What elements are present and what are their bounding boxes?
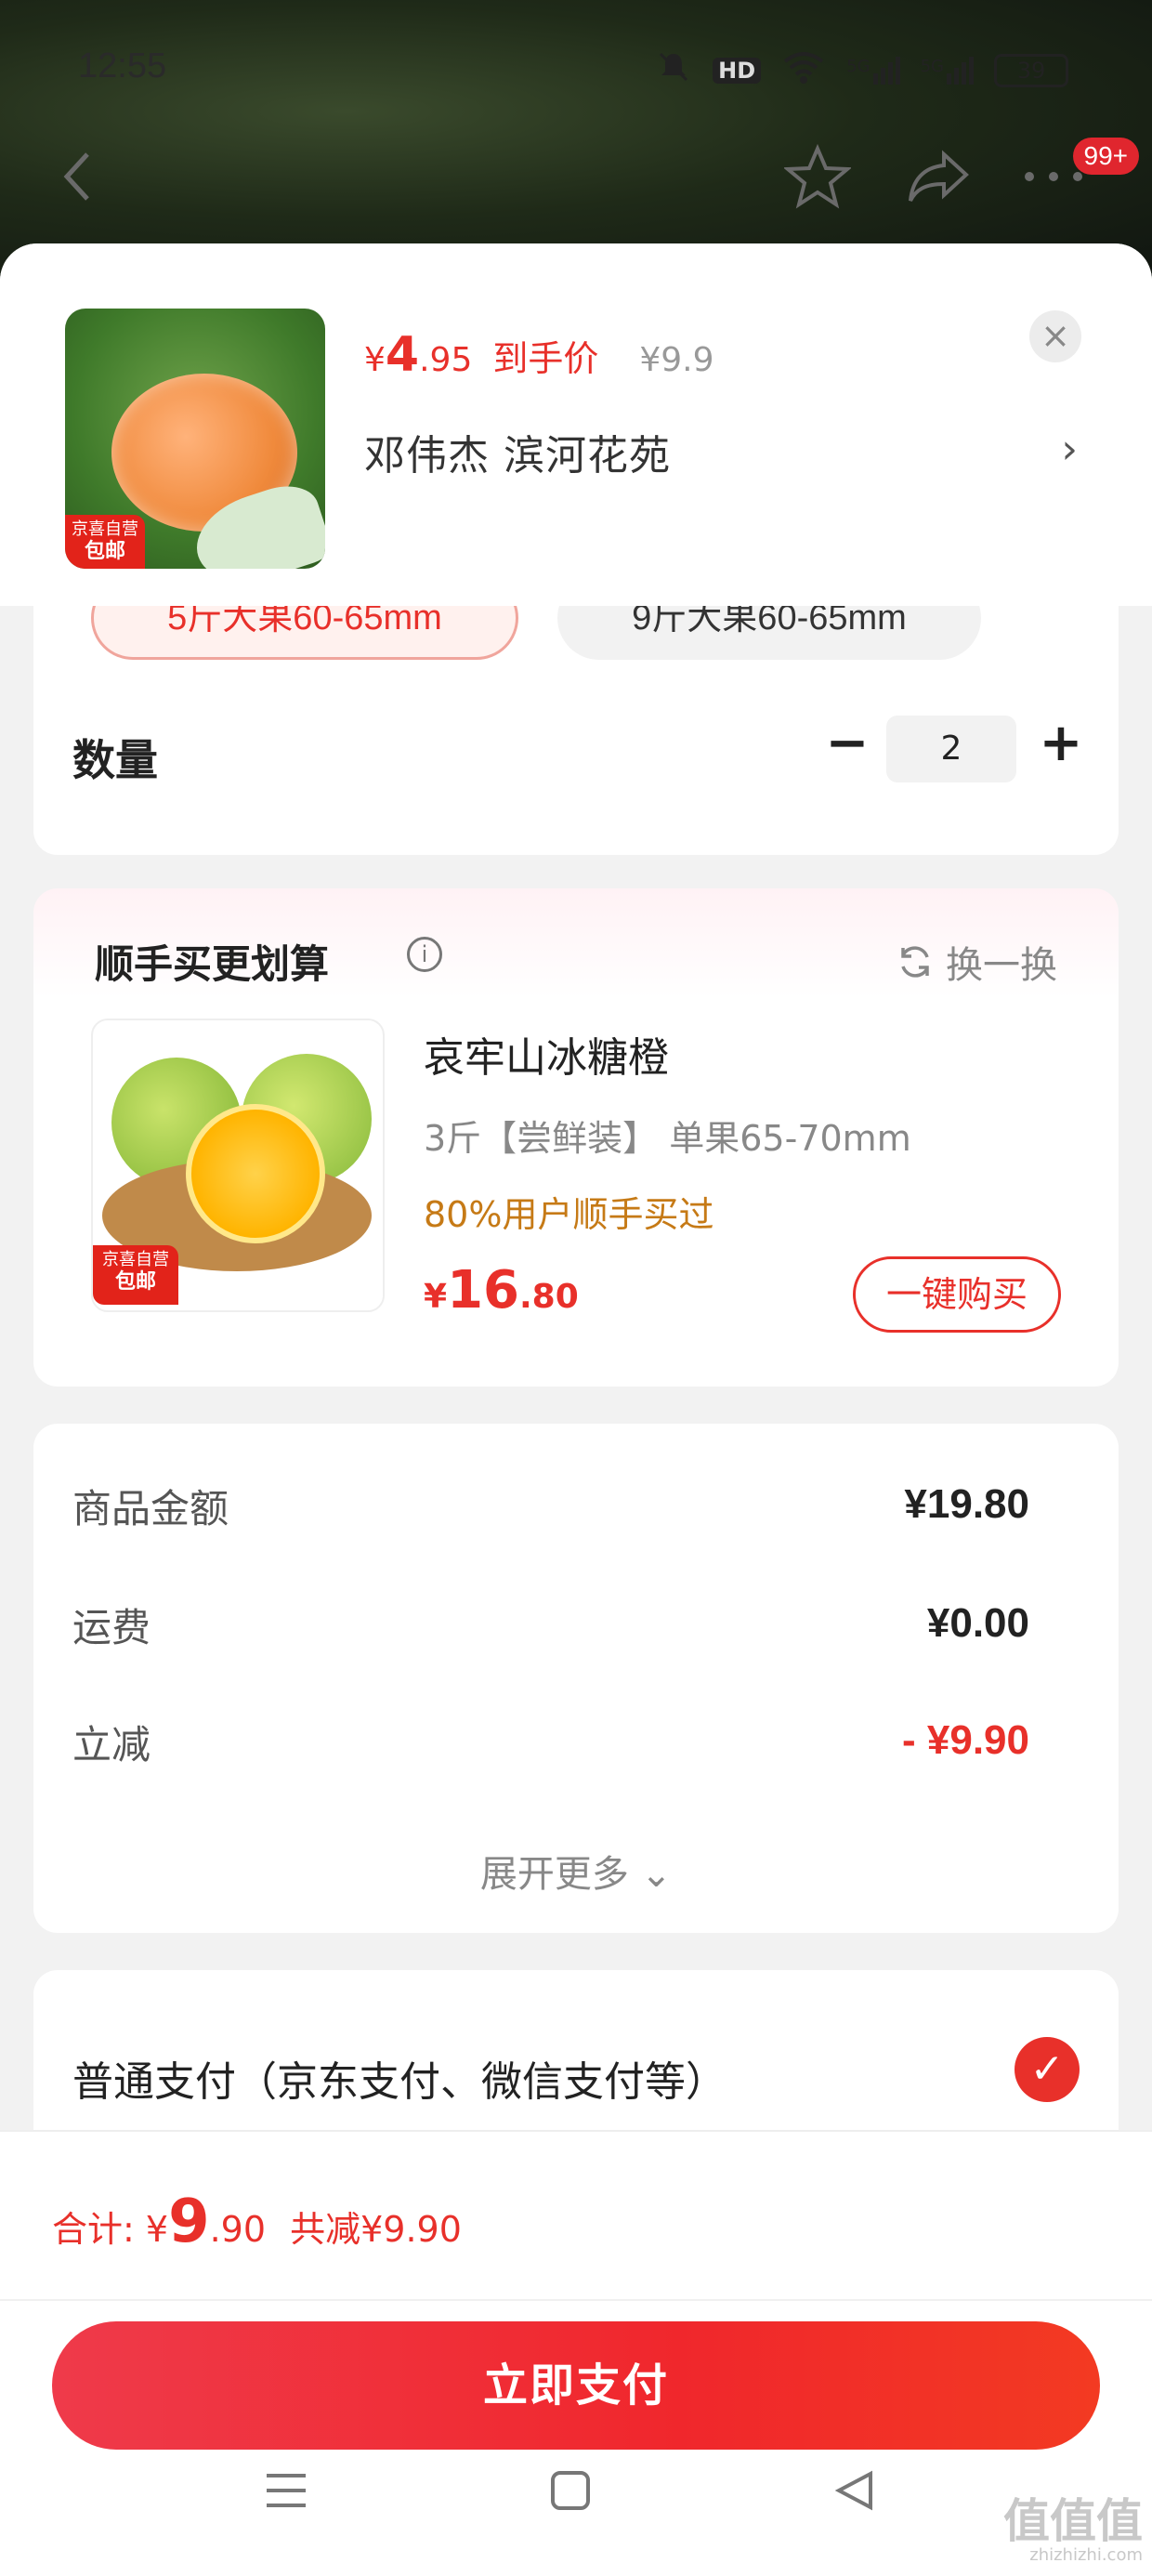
one-click-buy-button[interactable]: 一键购买: [853, 1256, 1061, 1333]
arrive-price-label: 到手价: [492, 338, 599, 379]
checkmark-icon[interactable]: ✓: [1015, 2037, 1080, 2102]
hd-icon: HD: [713, 58, 762, 84]
triangle-back-icon: [834, 2470, 872, 2511]
jd-tag-line2: 包邮: [84, 540, 125, 563]
system-back-button[interactable]: [818, 2453, 892, 2528]
amount-row: 立减 - ¥9.90: [72, 1714, 1029, 1779]
share-icon: [909, 150, 969, 202]
original-price: ¥9.9: [639, 341, 714, 379]
mute-icon: [655, 48, 692, 93]
divider: [0, 2299, 1152, 2301]
final-price: ¥4.95: [364, 327, 472, 383]
currency: ¥: [364, 341, 386, 379]
payment-method-label[interactable]: 普通支付（京东支付、微信支付等）: [72, 2048, 727, 2108]
swap-label: 换一换: [946, 944, 1057, 987]
square-icon: [551, 2471, 590, 2510]
home-button[interactable]: [533, 2453, 608, 2528]
menu-button[interactable]: [249, 2453, 323, 2528]
back-button[interactable]: [41, 139, 115, 214]
top-nav: [0, 139, 1152, 232]
message-count-badge: 99+: [1072, 138, 1139, 175]
more-dots-icon: [1025, 172, 1082, 181]
jd-tag-line1: 京喜自营: [72, 519, 138, 539]
jd-self-operated-tag: 京喜自营 包邮: [65, 515, 145, 569]
watermark-sub: zhizhizhi.com: [1029, 2545, 1143, 2565]
refresh-icon: [901, 946, 929, 978]
delivery-address[interactable]: 邓伟杰 滨河花苑: [364, 422, 671, 481]
bundle-title: 顺手买更划算: [95, 941, 330, 987]
total-amount: 合计: ¥9.90 共减¥9.90: [52, 2188, 462, 2256]
orange-slice-image: [186, 1104, 325, 1243]
amount-value: ¥19.80: [904, 1481, 1029, 1527]
amount-label: 立减: [72, 1722, 151, 1768]
total-saved: 共减¥9.90: [290, 2209, 462, 2250]
star-icon: [784, 143, 851, 209]
chevron-down-icon: ⌄: [640, 1853, 673, 1896]
quantity-minus-button[interactable]: −: [819, 714, 875, 779]
expand-more-button[interactable]: 展开更多 ⌄: [33, 1844, 1119, 1898]
amount-row: 商品金额 ¥19.80: [72, 1478, 1029, 1543]
price-int: 16: [447, 1260, 519, 1321]
currency: ¥: [424, 1278, 448, 1316]
close-button[interactable]: ×: [1029, 310, 1081, 362]
price-dec: .95: [419, 341, 473, 379]
pay-now-button[interactable]: 立即支付: [52, 2321, 1100, 2450]
quantity-plus-button[interactable]: +: [1033, 714, 1089, 779]
battery-icon: 39: [994, 54, 1068, 87]
wifi-icon: [781, 48, 826, 93]
product-header: 京喜自营 包邮 ¥4.95 到手价 ¥9.9 邓伟杰 滨河花苑 › ×: [0, 243, 1152, 606]
price-int: 4: [385, 327, 420, 383]
price-dec: .80: [519, 1278, 579, 1316]
total-dec: .90: [209, 2209, 267, 2250]
swap-button[interactable]: 换一换: [896, 935, 1057, 989]
amount-label: 商品金额: [72, 1486, 229, 1531]
signal-icon-2: 5G: [921, 57, 974, 85]
system-nav-bar: [0, 2453, 1152, 2546]
status-bar: 12:55 HD 5G 5G 39: [0, 37, 1152, 102]
total-label: 合计: ¥: [52, 2209, 169, 2250]
menu-icon: [267, 2474, 306, 2507]
bundle-item-price: ¥16.80: [424, 1260, 579, 1321]
amount-value: ¥0.00: [926, 1600, 1029, 1646]
quantity-input[interactable]: 2: [886, 716, 1016, 782]
status-time: 12:55: [78, 46, 167, 85]
chevron-left-icon: [63, 152, 89, 201]
total-int: 9: [168, 2188, 210, 2256]
expand-label: 展开更多: [479, 1853, 629, 1896]
signal-icon-1: 5G: [846, 57, 900, 85]
jd-tag-line1: 京喜自营: [102, 1250, 169, 1269]
bundle-card: 顺手买更划算 i 换一换 京喜自营 包邮 哀牢山冰糖橙 3斤【尝鲜装】 单果65…: [33, 888, 1119, 1387]
amount-value: - ¥9.90: [902, 1717, 1029, 1763]
close-icon: ×: [1041, 315, 1070, 356]
jd-self-operated-tag: 京喜自营 包邮: [93, 1245, 178, 1305]
share-button[interactable]: [901, 139, 975, 214]
watermark-main: 值值值: [1003, 2494, 1143, 2548]
chevron-right-icon[interactable]: ›: [1061, 426, 1078, 473]
favorite-button[interactable]: [780, 139, 855, 214]
quantity-label: 数量: [72, 735, 158, 785]
info-icon[interactable]: i: [407, 937, 442, 972]
price-line: ¥4.95 到手价 ¥9.9: [364, 327, 714, 383]
amount-label: 运费: [72, 1605, 151, 1650]
bundle-item-name[interactable]: 哀牢山冰糖橙: [424, 1024, 669, 1084]
status-icons: HD 5G 5G 39: [655, 48, 1068, 93]
product-thumbnail: 京喜自营 包邮: [65, 309, 325, 569]
watermark: 值值值 zhizhizhi.com: [1003, 2484, 1143, 2565]
bundle-item-stat: 80%用户顺手买过: [424, 1194, 714, 1235]
bundle-item-image[interactable]: 京喜自营 包邮: [91, 1019, 385, 1312]
purchase-sheet: 京喜自营 包邮 ¥4.95 到手价 ¥9.9 邓伟杰 滨河花苑 › × 5斤大果…: [0, 243, 1152, 2576]
bundle-item-spec: 3斤【尝鲜装】 单果65-70mm: [424, 1118, 911, 1159]
jd-tag-line2: 包邮: [114, 1270, 156, 1294]
amount-row: 运费 ¥0.00: [72, 1597, 1029, 1662]
amount-card: 商品金额 ¥19.80 运费 ¥0.00 立减 - ¥9.90 展开更多 ⌄: [33, 1424, 1119, 1933]
